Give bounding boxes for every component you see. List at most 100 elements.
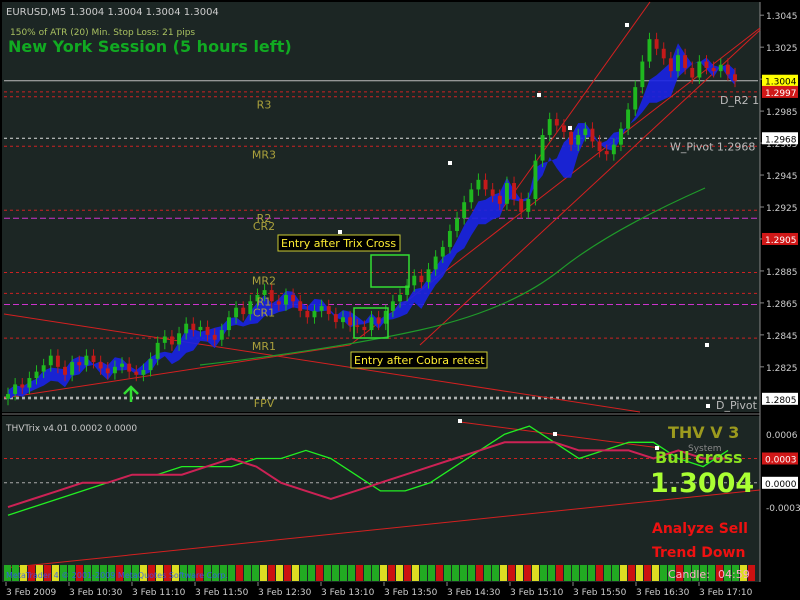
candle-timer-label: Candle: <box>668 568 710 581</box>
candle-body <box>191 323 196 331</box>
candle-body <box>447 230 452 247</box>
candle-body <box>27 378 32 388</box>
candle-body <box>725 64 730 75</box>
candle-body <box>683 55 688 68</box>
time-axis-tick-label: 3 Feb 15:10 <box>510 588 564 598</box>
trend-strength-cell <box>460 565 467 581</box>
candle-body <box>155 342 160 359</box>
trend-strength-cell <box>564 565 571 581</box>
candle-body <box>697 61 702 78</box>
candle-body <box>177 333 182 345</box>
trend-strength-cell <box>516 565 523 581</box>
trend-strength-cell <box>316 565 323 581</box>
time-axis-tick-label: 3 Feb 17:10 <box>699 588 753 598</box>
candle-body <box>34 371 39 379</box>
candle-body <box>519 199 524 212</box>
candle-body <box>291 294 296 302</box>
candle-body <box>590 128 595 142</box>
candle-body <box>398 294 402 302</box>
candle-body <box>48 355 53 366</box>
candle-body <box>169 336 174 345</box>
trend-strength-cell <box>332 565 339 581</box>
trend-strength-cell <box>348 565 355 581</box>
candle-body <box>604 151 609 155</box>
candle-body <box>234 307 239 318</box>
trend-strength-cell <box>396 565 403 581</box>
candle-body <box>127 363 132 372</box>
pivot-level-label: R3 <box>257 99 272 112</box>
analyze-signal-label: Analyze Sell <box>652 521 748 537</box>
swing-marker <box>706 404 710 408</box>
candle-body <box>390 301 395 311</box>
trend-strength-cell <box>412 565 419 581</box>
candle-body <box>241 307 246 315</box>
candle-body <box>711 67 716 72</box>
trend-strength-cell <box>580 565 587 581</box>
trend-strength-cell <box>428 565 435 581</box>
signal-price-label: 1.3004 <box>650 468 754 499</box>
trend-strength-cell <box>508 565 515 581</box>
candle-body <box>619 128 623 145</box>
candle-body <box>440 246 445 257</box>
candle-body <box>718 64 723 72</box>
candle-body <box>668 58 673 72</box>
candle-body <box>212 334 217 340</box>
candle-body <box>305 310 310 318</box>
candle-body <box>284 294 288 305</box>
candle-body <box>554 119 559 126</box>
swing-marker <box>338 230 342 234</box>
trend-strength-cell <box>532 565 539 581</box>
trend-strength-cell <box>300 565 307 581</box>
candle-body <box>583 128 588 136</box>
price-axis-tick-label: 1.2985 <box>766 108 798 118</box>
trend-strength-cell <box>308 565 315 581</box>
trend-signal-label: Trend Down <box>652 545 745 561</box>
candle-body <box>298 301 303 311</box>
candle-body <box>490 189 495 196</box>
candle-body <box>676 55 680 72</box>
time-axis-tick-label: 3 Feb 11:10 <box>132 588 186 598</box>
candle-body <box>319 306 324 311</box>
candle-body <box>55 355 60 367</box>
candle-body <box>733 74 737 81</box>
trend-strength-cell <box>324 565 331 581</box>
candle-body <box>219 330 224 340</box>
candle-body <box>248 301 253 315</box>
indicator-axis-tick-label: 0.0006 <box>766 431 798 441</box>
time-axis-tick-label: 3 Feb 15:50 <box>573 588 627 598</box>
main-chart-panel[interactable] <box>2 2 760 412</box>
candle-body <box>262 290 267 295</box>
trend-strength-cell <box>276 565 283 581</box>
price-axis-tick-label: 1.3025 <box>766 44 798 54</box>
indicator-value-tag-label: 0.0000 <box>765 480 797 490</box>
trix-indicator-panel[interactable] <box>2 416 760 582</box>
candle-body <box>647 39 652 62</box>
candle-body <box>141 370 146 375</box>
trend-strength-cell <box>372 565 379 581</box>
time-axis-tick-label: 3 Feb 16:30 <box>636 588 690 598</box>
candle-body <box>341 317 345 323</box>
candle-body <box>633 87 638 110</box>
trend-strength-cell <box>236 565 243 581</box>
candle-body <box>640 61 645 88</box>
candle-timer-value: 04:59 <box>718 568 750 581</box>
trend-strength-cell <box>540 565 547 581</box>
candle-body <box>120 363 124 367</box>
candle-body <box>690 67 695 78</box>
trading-chart-window[interactable]: 1.30451.30251.30051.29851.29651.29451.29… <box>0 0 800 600</box>
candle-body <box>483 179 488 190</box>
candle-body <box>512 183 517 200</box>
price-tag-label: 1.2805 <box>765 396 797 406</box>
candle-body <box>476 179 481 190</box>
swing-marker <box>553 432 557 436</box>
candle-body <box>547 119 552 136</box>
pivot-level-label: FPV <box>254 397 275 410</box>
candle-body <box>105 368 110 374</box>
candle-body <box>661 48 666 59</box>
candle-body <box>70 362 75 375</box>
trend-strength-cell <box>556 565 563 581</box>
trend-strength-cell <box>380 565 387 581</box>
candle-body <box>162 336 167 343</box>
candle-body <box>226 317 231 331</box>
chart-canvas[interactable]: 1.30451.30251.30051.29851.29651.29451.29… <box>0 0 800 600</box>
